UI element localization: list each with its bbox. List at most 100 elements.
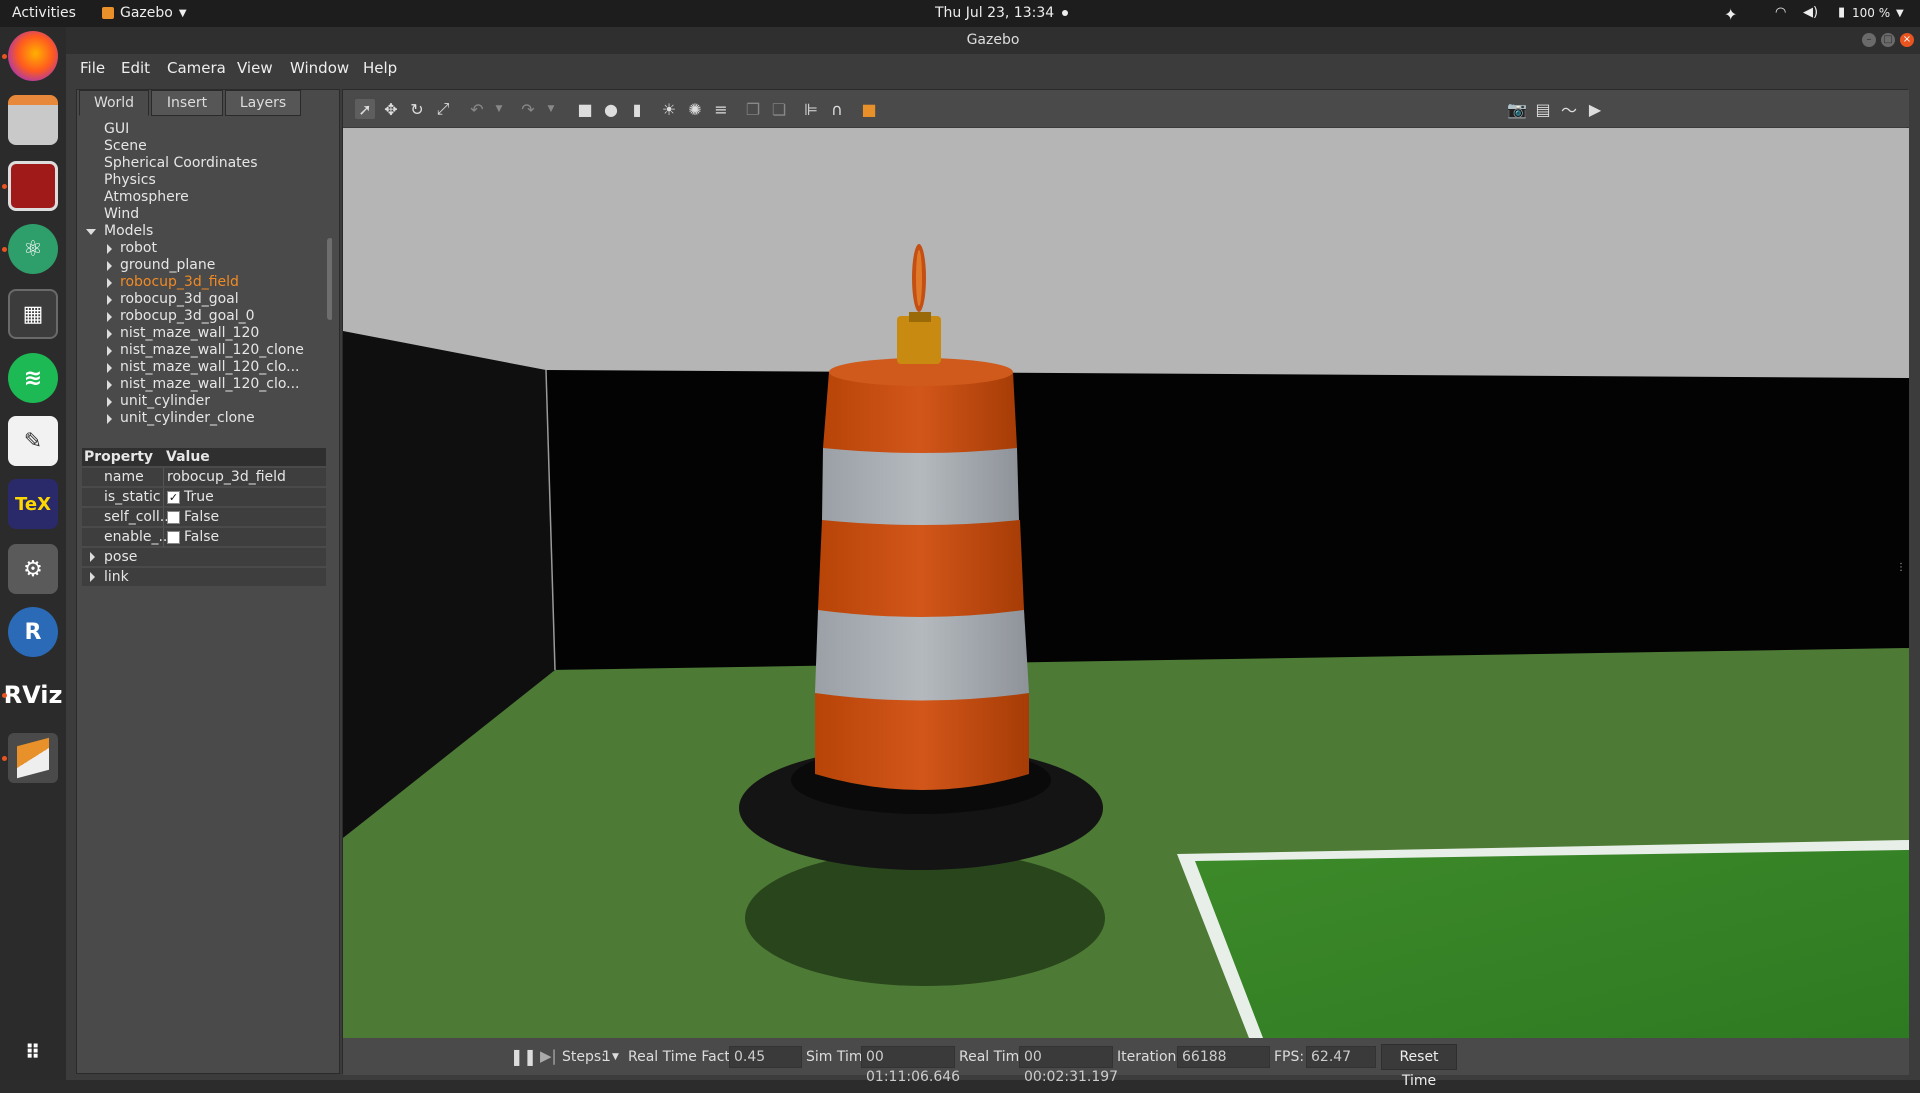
close-icon[interactable]: × [1900,33,1914,47]
model-item[interactable]: robocup_3d_goal_0 [120,308,255,325]
step-forward-icon[interactable]: ▶| [540,1047,557,1065]
collapsed-arrow-icon[interactable] [107,312,112,322]
property-row-name[interactable]: name robocup_3d_field [82,468,326,487]
window-title-bar[interactable]: Gazebo – □ × [66,27,1920,54]
rotate-icon[interactable]: ↻ [407,99,427,119]
tree-item-atmosphere[interactable]: Atmosphere [104,189,189,206]
settings-tools-icon[interactable]: ⚙ [8,544,58,594]
r-language-icon[interactable]: R [8,607,58,657]
tree-item-physics[interactable]: Physics [104,172,156,189]
menu-file[interactable]: File [80,59,105,77]
model-item-selected[interactable]: robocup_3d_field [120,274,239,291]
snap-icon[interactable]: ∩ [827,99,847,119]
log-record-icon[interactable]: ▤ [1533,99,1553,119]
tab-world[interactable]: World [79,90,149,116]
model-item[interactable]: nist_maze_wall_120 [120,325,259,342]
property-value[interactable]: robocup_3d_field [167,469,286,485]
texmaker-icon[interactable]: TeX [8,479,58,529]
pause-icon[interactable]: ❚❚ [510,1047,537,1066]
battery-icon[interactable]: ▮ [1838,5,1845,20]
sphere-shape-icon[interactable]: ● [601,99,621,119]
property-group-pose[interactable]: pose [82,548,326,567]
redo-history-chevron-icon[interactable]: ▼ [541,99,561,119]
minimize-icon[interactable]: – [1862,33,1876,47]
tree-item-scene[interactable]: Scene [104,138,147,155]
is-static-checkbox[interactable]: ✓ [167,491,180,504]
align-icon[interactable]: ⊫ [801,99,821,119]
collapsed-arrow-icon[interactable] [107,329,112,339]
reset-time-button[interactable]: Reset Time [1381,1044,1457,1089]
steps-value[interactable]: 1 [602,1049,611,1065]
atom-icon[interactable]: ⚛ [8,224,58,274]
copy-icon[interactable]: ❐ [743,99,763,119]
point-light-icon[interactable]: ☀ [659,99,679,119]
self-collide-checkbox[interactable] [167,511,180,524]
model-item[interactable]: unit_cylinder_clone [120,410,255,427]
property-row-self-collide[interactable]: self_coll... False [82,508,326,527]
rviz-icon[interactable]: RViz [4,670,63,720]
volume-icon[interactable]: ◀) [1803,5,1818,20]
gazebo-dock-icon[interactable] [8,733,58,783]
scale-icon[interactable]: ⤢ [433,99,453,119]
box-shape-icon[interactable]: ■ [575,99,595,119]
activities-button[interactable]: Activities [12,5,76,21]
paste-icon[interactable]: ❏ [769,99,789,119]
model-item[interactable]: nist_maze_wall_120_clo... [120,376,300,393]
collapsed-arrow-icon[interactable] [107,261,112,271]
model-item[interactable]: robot [120,240,157,257]
menu-camera[interactable]: Camera [167,59,226,77]
menu-edit[interactable]: Edit [121,59,150,77]
select-arrow-icon[interactable]: ➚ [355,99,375,119]
property-row-enable-wind[interactable]: enable_... False [82,528,326,547]
presentation-app-icon[interactable] [8,161,58,211]
tree-item-spherical-coordinates[interactable]: Spherical Coordinates [104,155,258,172]
property-group-link[interactable]: link [82,568,326,587]
model-item[interactable]: nist_maze_wall_120_clo... [120,359,300,376]
collapsed-arrow-icon[interactable] [107,363,112,373]
maximize-icon[interactable]: □ [1881,33,1895,47]
calculator-icon[interactable]: ▦ [8,289,58,339]
3d-scene-view[interactable]: ⋮ [343,128,1909,1038]
model-item[interactable]: robocup_3d_goal [120,291,239,308]
redo-icon[interactable]: ↷ [518,99,538,119]
menu-view[interactable]: View [237,59,273,77]
model-item[interactable]: nist_maze_wall_120_clone [120,342,304,359]
cylinder-shape-icon[interactable]: ▮ [627,99,647,119]
tree-item-models[interactable]: Models [104,223,153,240]
clock[interactable]: Thu Jul 23, 13:34 [935,5,1068,21]
expand-arrow-icon[interactable] [86,229,96,235]
enable-wind-checkbox[interactable] [167,531,180,544]
model-item[interactable]: ground_plane [120,257,215,274]
tree-scrollbar[interactable] [327,238,332,320]
screenshot-camera-icon[interactable]: 📷 [1507,99,1527,119]
collapsed-arrow-icon[interactable] [107,346,112,356]
text-editor-icon[interactable]: ✎ [8,416,58,466]
spotify-icon[interactable]: ≋ [8,353,58,403]
collapsed-arrow-icon[interactable] [107,278,112,288]
firefox-icon[interactable] [8,31,58,81]
dropbox-icon[interactable]: ✦ [1724,5,1737,24]
tree-item-gui[interactable]: GUI [104,121,129,138]
menu-help[interactable]: Help [363,59,397,77]
directional-light-icon[interactable]: ≡ [711,99,731,119]
tab-layers[interactable]: Layers [225,90,301,116]
change-view-icon[interactable]: ■ [859,99,879,119]
collapsed-arrow-icon[interactable] [107,244,112,254]
property-row-is-static[interactable]: is_static ✓ True [82,488,326,507]
undo-icon[interactable]: ↶ [467,99,487,119]
tab-insert[interactable]: Insert [151,90,223,116]
plot-icon[interactable]: 〜 [1559,99,1579,120]
undo-history-chevron-icon[interactable]: ▼ [489,99,509,119]
collapsed-arrow-icon[interactable] [107,397,112,407]
collapsed-arrow-icon[interactable] [107,295,112,305]
wifi-icon[interactable]: ◠ [1775,5,1786,20]
collapsed-arrow-icon[interactable] [107,380,112,390]
tree-item-wind[interactable]: Wind [104,206,139,223]
spot-light-icon[interactable]: ✺ [685,99,705,119]
show-applications-icon[interactable]: ⠿ [8,1027,58,1077]
collapsed-arrow-icon[interactable] [107,414,112,424]
system-menu-chevron-icon[interactable]: ▼ [1896,8,1904,19]
translate-icon[interactable]: ✥ [381,99,401,119]
file-manager-icon[interactable] [8,95,58,145]
steps-chevron-down-icon[interactable]: ▼ [612,1052,619,1062]
